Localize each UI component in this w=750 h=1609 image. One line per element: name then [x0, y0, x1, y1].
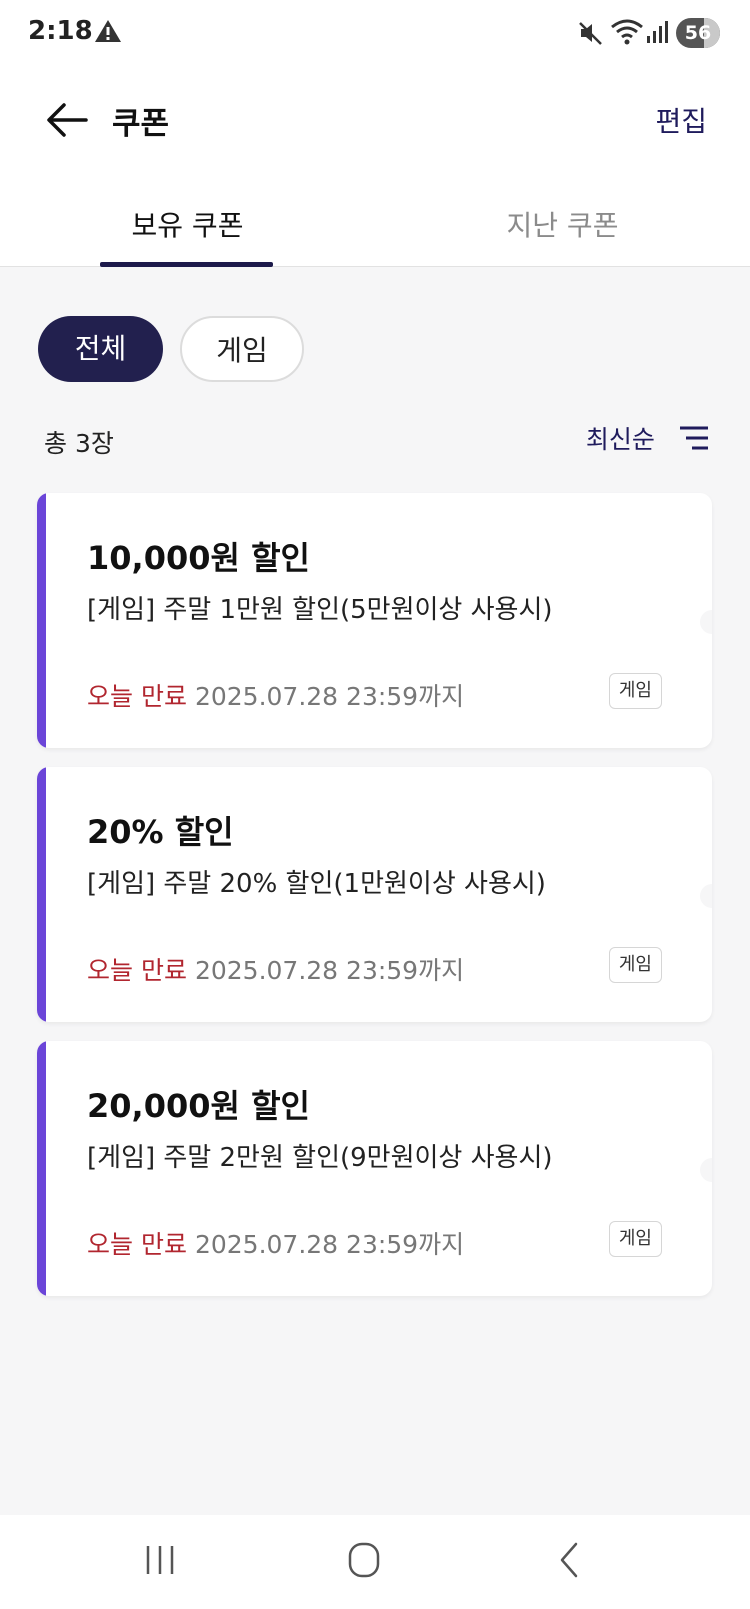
coupon-expiry: 오늘 만료 2025.07.28 23:59까지	[87, 951, 464, 987]
filter-chip-all[interactable]: 전체	[38, 316, 163, 382]
battery-icon: 56	[676, 18, 720, 48]
expiry-label: 오늘 만료	[87, 956, 187, 985]
sort-label: 최신순	[585, 425, 655, 454]
coupon-amount: 10,000원 할인	[87, 539, 310, 577]
wifi-icon	[611, 19, 643, 45]
coupon-notch	[700, 884, 712, 908]
coupon-category-tag: 게임	[608, 947, 662, 983]
coupon-description: [게임] 주말 20% 할인(1만원이상 사용시)	[87, 869, 546, 899]
sort-button[interactable]: 최신순	[586, 420, 710, 460]
system-nav-bar	[0, 1515, 750, 1609]
expiry-label: 오늘 만료	[87, 1230, 187, 1259]
signal-icon	[647, 21, 668, 43]
coupon-expiry: 오늘 만료 2025.07.28 23:59까지	[87, 1225, 464, 1261]
coupon-card[interactable]: 10,000원 할인 [게임] 주말 1만원 할인(5만원이상 사용시) 오늘 …	[37, 493, 712, 748]
back-arrow-icon[interactable]	[44, 96, 92, 144]
tab-past-coupons[interactable]: 지난 쿠폰	[375, 204, 750, 244]
tab-owned-coupons[interactable]: 보유 쿠폰	[0, 204, 375, 244]
battery-level: 56	[684, 22, 712, 44]
coupon-accent-bar	[37, 767, 46, 1022]
home-icon[interactable]	[334, 1535, 394, 1585]
coupon-card[interactable]: 20,000원 할인 [게임] 주말 2만원 할인(9만원이상 사용시) 오늘 …	[37, 1041, 712, 1296]
filter-chip-game[interactable]: 게임	[180, 316, 304, 382]
tab-indicator	[100, 262, 273, 267]
edit-button[interactable]: 편집	[655, 100, 707, 140]
coupon-description: [게임] 주말 2만원 할인(9만원이상 사용시)	[87, 1143, 553, 1173]
coupon-notch	[700, 610, 712, 634]
recent-apps-icon[interactable]	[130, 1535, 190, 1585]
expiry-date: 2025.07.28 23:59까지	[194, 1230, 465, 1259]
page-title: 쿠폰	[112, 106, 170, 142]
mute-icon	[579, 22, 602, 45]
coupon-category-tag: 게임	[608, 673, 662, 709]
warning-icon	[95, 20, 121, 42]
coupon-accent-bar	[37, 493, 46, 748]
expiry-label: 오늘 만료	[87, 682, 187, 711]
coupon-notch	[700, 1158, 712, 1182]
expiry-date: 2025.07.28 23:59까지	[194, 956, 465, 985]
coupon-card[interactable]: 20% 할인 [게임] 주말 20% 할인(1만원이상 사용시) 오늘 만료 20…	[37, 767, 712, 1022]
tab-bar: 보유 쿠폰 지난 쿠폰	[0, 186, 750, 267]
coupon-amount: 20,000원 할인	[87, 1087, 310, 1125]
coupon-description: [게임] 주말 1만원 할인(5만원이상 사용시)	[87, 595, 553, 625]
coupon-accent-bar	[37, 1041, 46, 1296]
expiry-date: 2025.07.28 23:59까지	[194, 682, 465, 711]
sort-lines-icon	[680, 426, 708, 450]
coupon-count: 총 3장	[44, 429, 114, 458]
coupon-amount: 20% 할인	[87, 813, 234, 851]
status-time: 2:18	[28, 16, 93, 46]
coupon-expiry: 오늘 만료 2025.07.28 23:59까지	[87, 677, 464, 713]
status-bar: 2:18 56	[0, 0, 750, 68]
app-bar: 쿠폰 편집	[0, 68, 750, 186]
back-nav-icon[interactable]	[540, 1535, 600, 1585]
coupon-category-tag: 게임	[608, 1221, 662, 1257]
